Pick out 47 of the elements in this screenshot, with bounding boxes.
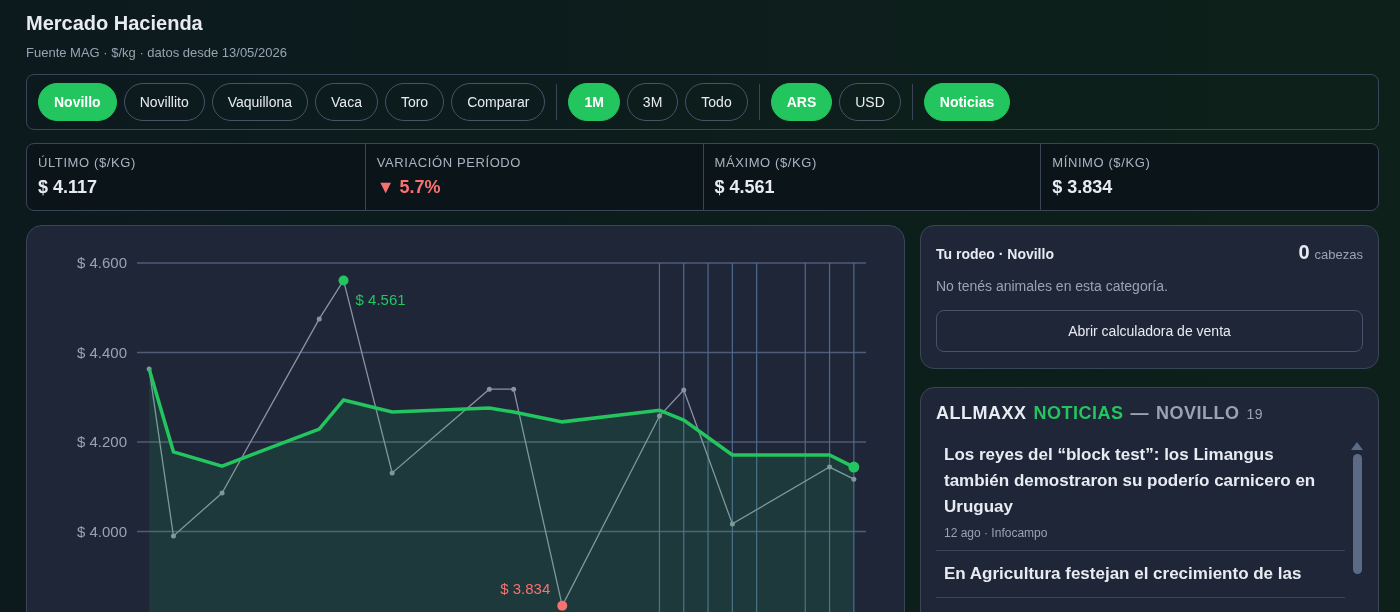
herd-title: Tu rodeo · Novillo bbox=[936, 246, 1054, 262]
last-point bbox=[848, 461, 860, 473]
calculator-button[interactable]: Abrir calculadora de venta bbox=[936, 310, 1363, 352]
data-point bbox=[486, 386, 492, 392]
stat-value: 5.7% bbox=[399, 177, 441, 198]
stat-label: MÍNIMO ($/KG) bbox=[1052, 155, 1151, 170]
data-point bbox=[170, 533, 176, 539]
news-count: 19 bbox=[1246, 406, 1264, 422]
stat-label: VARIACIÓN PERÍODO bbox=[376, 155, 522, 170]
news-separator: — bbox=[1130, 403, 1149, 424]
news-headline[interactable]: En Agricultura festejan el crecimiento de las bbox=[944, 561, 1337, 587]
annotation-label: $ 4.561 bbox=[355, 291, 406, 309]
y-tick-label: $ 4.400 bbox=[76, 343, 127, 361]
news-brand: ALLMAXX bbox=[936, 403, 1027, 424]
herd-count: 0 bbox=[1298, 241, 1310, 264]
count-unit: cabezas bbox=[1314, 247, 1363, 262]
stat-value: $ 4.561 bbox=[714, 177, 775, 198]
empty-message: No tenés animales en esta categoría. bbox=[936, 278, 1168, 294]
stat-label: MÁXIMO ($/KG) bbox=[714, 155, 817, 170]
page-subtitle: Fuente MAG · $/kg · datos desde 13/05/2026 bbox=[26, 45, 287, 60]
news-headline[interactable]: Los reyes del “block test”: los Limangus también demostraron su poderío carnicero en Uruguay bbox=[944, 442, 1337, 520]
scroll-up-icon[interactable] bbox=[1351, 442, 1363, 450]
data-point bbox=[316, 316, 322, 322]
data-point bbox=[681, 387, 687, 393]
stat-label: ÚLTIMO ($/KG) bbox=[38, 155, 136, 170]
data-point bbox=[219, 490, 225, 496]
scrollbar-thumb[interactable] bbox=[1352, 454, 1362, 574]
data-point bbox=[389, 470, 395, 476]
news-section: NOTICIAS bbox=[1033, 403, 1124, 424]
data-point bbox=[827, 464, 833, 470]
stat-value: $ 3.834 bbox=[1052, 177, 1113, 198]
data-point bbox=[511, 386, 517, 392]
y-tick-label: $ 4.000 bbox=[76, 522, 127, 540]
y-tick-label: $ 4.600 bbox=[76, 254, 127, 271]
marker-dot bbox=[557, 600, 568, 611]
data-point bbox=[146, 366, 152, 372]
marker-dot bbox=[338, 275, 349, 286]
data-point bbox=[851, 476, 857, 482]
data-point bbox=[729, 521, 735, 527]
stat-value: $ 4.117 bbox=[38, 177, 98, 198]
data-point bbox=[656, 413, 662, 419]
news-meta: 12 ago · Infocampo bbox=[944, 526, 1048, 540]
page-title: Mercado Hacienda bbox=[26, 12, 203, 35]
news-category: NOVILLO bbox=[1156, 403, 1240, 424]
y-tick-label: $ 4.200 bbox=[76, 433, 127, 450]
trend-arrow: ▼ bbox=[376, 177, 395, 198]
annotation-label: $ 3.834 bbox=[500, 579, 551, 597]
